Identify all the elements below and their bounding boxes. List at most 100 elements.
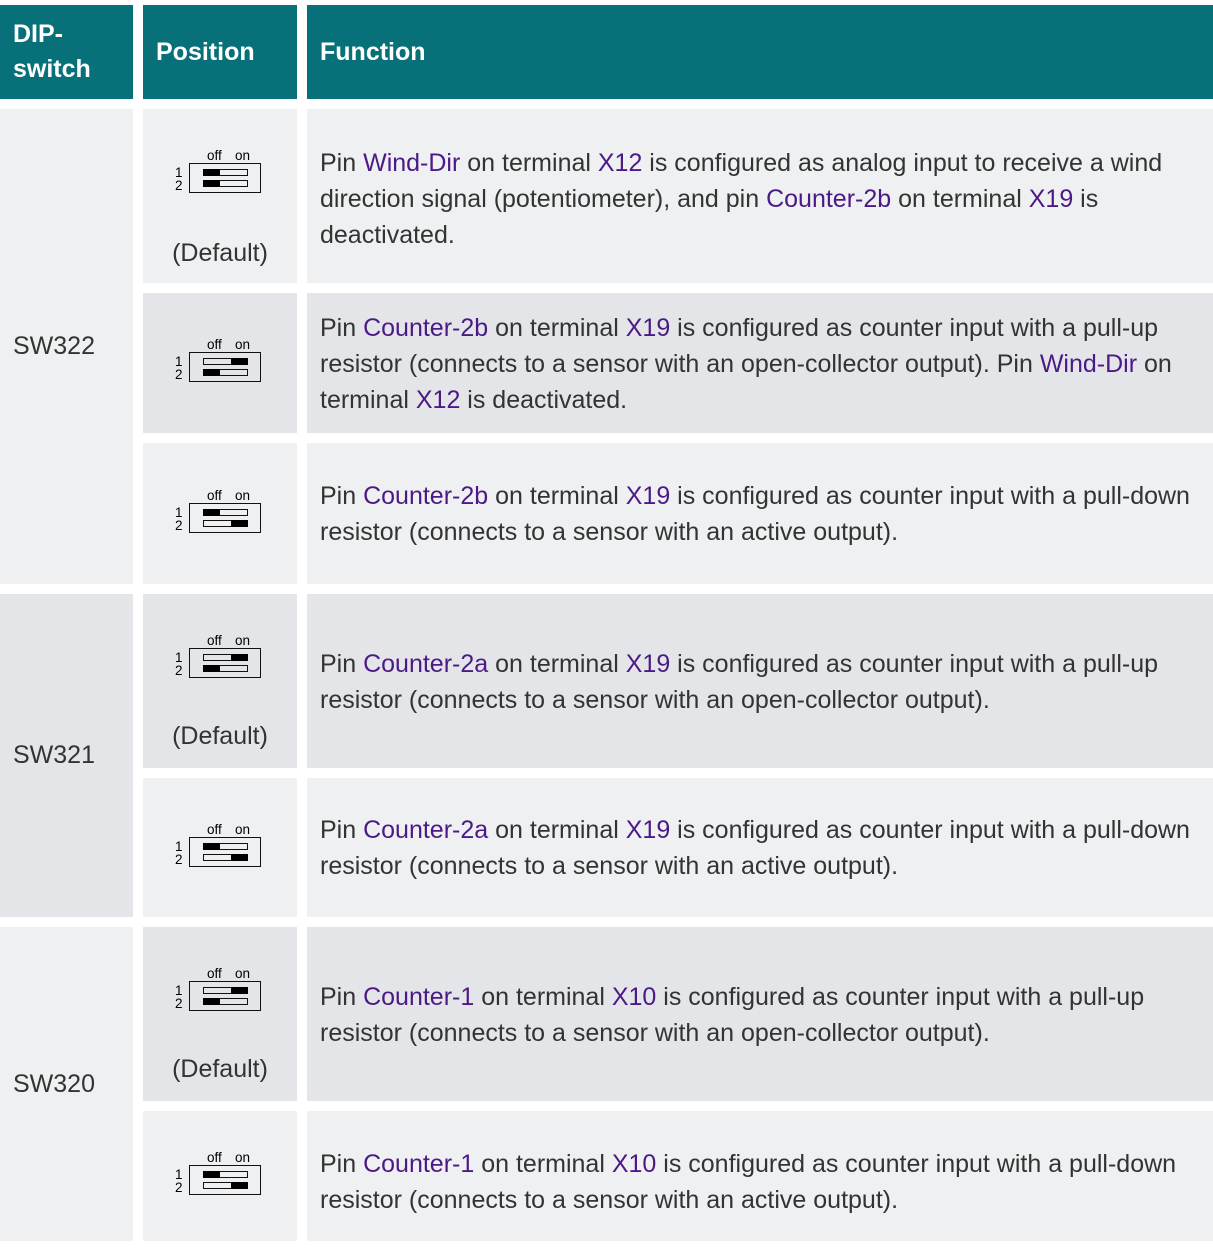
- pin-1-knob: [231, 987, 248, 994]
- function-text: Pin Counter-2a on terminal X19 is config…: [320, 812, 1199, 884]
- function-text: Pin Wind-Dir on terminal X12 is configur…: [320, 145, 1199, 253]
- reference-link[interactable]: X19: [626, 314, 670, 342]
- pin-2-slider: [203, 853, 248, 861]
- function-cell: Pin Counter-1 on terminal X10 is configu…: [307, 927, 1213, 1101]
- function-text-segment: on terminal: [474, 983, 612, 1011]
- pin-2-slider: [203, 1182, 248, 1189]
- pin-1-slider: [203, 1171, 248, 1178]
- position-cell: off on 1 2: [143, 1111, 297, 1241]
- header-function: Function: [307, 5, 1213, 99]
- function-text-segment: Pin: [320, 650, 364, 678]
- dip-switch-symbol: off on 1 2: [173, 821, 263, 875]
- function-text: Pin Counter-1 on terminal X10 is configu…: [320, 979, 1199, 1051]
- reference-link[interactable]: X19: [1029, 185, 1073, 213]
- switch-housing: [189, 1165, 261, 1195]
- switch-housing: [189, 981, 261, 1011]
- function-text-segment: Pin: [320, 482, 364, 510]
- dip-switch-cell: SW320: [0, 927, 133, 1241]
- dip-switch-symbol: off on 1 2: [173, 967, 263, 1019]
- reference-link[interactable]: Counter-2b: [363, 482, 488, 510]
- pin-2-label: 2: [175, 367, 183, 382]
- header-position-label: Position: [156, 37, 255, 66]
- position-cell: off on 1 2 (Default): [143, 109, 297, 283]
- position-cell: off on 1 2: [143, 293, 297, 433]
- position-cell: off on 1 2 (Default): [143, 594, 297, 768]
- reference-link[interactable]: Counter-1: [363, 983, 474, 1011]
- header-dip-switch: DIP-switch: [0, 5, 133, 99]
- switch-name: SW322: [13, 332, 95, 360]
- header-position: Position: [143, 5, 297, 99]
- switch-housing: [189, 163, 261, 193]
- function-text: Pin Counter-2a on terminal X19 is config…: [320, 646, 1199, 718]
- function-cell: Pin Counter-2b on terminal X19 is config…: [307, 443, 1213, 584]
- function-text: Pin Counter-1 on terminal X10 is configu…: [320, 1146, 1199, 1218]
- dip-switch-symbol: off on 1 2: [173, 634, 263, 686]
- pin-2-slider: [203, 519, 248, 527]
- reference-link[interactable]: X19: [626, 482, 670, 510]
- pin-2-knob: [203, 998, 220, 1005]
- pin-2-label: 2: [175, 663, 183, 678]
- default-label: (Default): [172, 239, 268, 267]
- reference-link[interactable]: Wind-Dir: [1040, 350, 1137, 378]
- pin-2-knob: [203, 369, 220, 376]
- function-cell: Pin Wind-Dir on terminal X12 is configur…: [307, 109, 1213, 283]
- function-text-segment: on terminal: [488, 650, 626, 678]
- function-text-segment: Pin: [320, 983, 364, 1011]
- default-label: (Default): [172, 722, 268, 750]
- pin-2-label: 2: [175, 996, 183, 1011]
- pin-1-knob: [203, 1171, 220, 1178]
- reference-link[interactable]: X12: [598, 149, 642, 177]
- pin-2-slider: [203, 665, 248, 672]
- pin-1-knob: [231, 654, 248, 661]
- pin-2-slider: [203, 369, 248, 376]
- pin-2-knob: [203, 180, 220, 187]
- on-label: on: [235, 337, 251, 352]
- pin-1-slider: [203, 358, 248, 365]
- function-text-segment: on terminal: [460, 149, 598, 177]
- off-label: off: [207, 487, 222, 503]
- function-text-segment: on terminal: [488, 314, 626, 342]
- pin-2-knob: [203, 665, 220, 672]
- function-text-segment: on terminal: [488, 482, 626, 510]
- reference-link[interactable]: Counter-2b: [766, 185, 891, 213]
- reference-link[interactable]: Wind-Dir: [363, 149, 460, 177]
- pin-2-label: 2: [175, 517, 183, 533]
- header-function-label: Function: [320, 37, 426, 66]
- dip-switch-symbol: off on 1 2: [173, 149, 263, 201]
- dip-switch-cell: SW322: [0, 109, 133, 584]
- reference-link[interactable]: X12: [416, 386, 460, 414]
- pin-1-knob: [203, 508, 220, 516]
- pin-1-slider: [203, 987, 248, 994]
- reference-link[interactable]: Counter-1: [363, 1150, 474, 1178]
- switch-housing: [189, 352, 261, 382]
- position-cell: off on 1 2 (Default): [143, 927, 297, 1101]
- position-cell: off on 1 2: [143, 443, 297, 584]
- reference-link[interactable]: X10: [612, 1150, 656, 1178]
- switch-name: SW320: [13, 1069, 95, 1098]
- reference-link[interactable]: X19: [626, 816, 670, 844]
- on-label: on: [235, 821, 251, 837]
- on-label: on: [235, 148, 251, 163]
- switch-name: SW321: [13, 741, 95, 769]
- reference-link[interactable]: Counter-2a: [363, 816, 488, 844]
- pin-1-knob: [203, 842, 220, 850]
- off-label: off: [207, 148, 222, 163]
- dip-switch-cell: SW321: [0, 594, 133, 917]
- function-cell: Pin Counter-2a on terminal X19 is config…: [307, 778, 1213, 917]
- header-dip-switch-label: DIP-switch: [13, 20, 91, 83]
- off-label: off: [207, 633, 222, 648]
- function-cell: Pin Counter-2a on terminal X19 is config…: [307, 594, 1213, 768]
- function-text: Pin Counter-2b on terminal X19 is config…: [320, 310, 1199, 418]
- reference-link[interactable]: Counter-2a: [363, 650, 488, 678]
- function-text-segment: on terminal: [474, 1150, 612, 1178]
- reference-link[interactable]: X10: [612, 983, 656, 1011]
- switch-housing: [189, 648, 261, 678]
- pin-2-knob: [231, 519, 248, 527]
- pin-1-slider: [203, 654, 248, 661]
- pin-2-label: 2: [175, 178, 183, 193]
- pin-2-label: 2: [175, 1180, 183, 1195]
- pin-1-slider: [203, 842, 248, 850]
- reference-link[interactable]: Counter-2b: [363, 314, 488, 342]
- reference-link[interactable]: X19: [626, 650, 670, 678]
- position-cell: off on 1 2: [143, 778, 297, 917]
